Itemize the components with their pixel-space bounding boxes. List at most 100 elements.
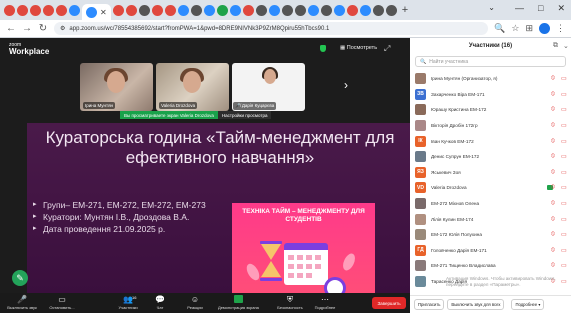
browser-tab-icon[interactable] xyxy=(190,4,202,16)
browser-tab-icon[interactable] xyxy=(320,4,332,16)
participant-search-input[interactable]: 🔍 Найти участника xyxy=(415,56,566,67)
end-meeting-button[interactable]: Завершить xyxy=(372,297,406,309)
toolbar-video-button[interactable]: ▭ Остановить... xyxy=(42,295,82,310)
participant-row[interactable]: Лілія Кулин ЕМ-174 ⦸ ▭ xyxy=(410,211,571,227)
participant-row[interactable]: ЕМ-272 Міхнов Олена ⦸ ▭ xyxy=(410,196,571,212)
more-options-button[interactable]: Подробнее ▾ xyxy=(511,299,545,310)
browser-tab-icon[interactable] xyxy=(125,4,137,16)
view-button[interactable]: ▦ Посмотреть xyxy=(340,45,377,51)
toolbar-more-button[interactable]: ⋯ Подробнее xyxy=(305,295,345,310)
muted-mic-icon[interactable]: ⦸ xyxy=(551,122,555,129)
browser-tab-icon[interactable] xyxy=(151,4,163,16)
camera-off-icon[interactable]: ▭ xyxy=(561,200,567,207)
fullscreen-icon[interactable]: ⤢ xyxy=(384,44,390,54)
muted-mic-icon[interactable]: ⦸ xyxy=(551,231,555,238)
url-field[interactable]: ⚙ app.zoom.us/wc/78554385692/start?fromP… xyxy=(54,22,489,35)
camera-off-icon[interactable]: ▭ xyxy=(561,138,567,145)
view-options-button[interactable]: Настройки просмотра xyxy=(217,111,272,119)
mute-all-button[interactable]: Выключить звук для всех xyxy=(447,299,505,310)
camera-off-icon[interactable]: ▭ xyxy=(561,106,567,113)
toolbar-chat-button[interactable]: 💬 Чат xyxy=(140,295,180,310)
browser-tab-icon[interactable] xyxy=(255,4,267,16)
camera-off-icon[interactable]: ▭ xyxy=(561,184,567,191)
participant-row[interactable]: Ірина Мунтян (Организатор, я) ⦸ ▭ xyxy=(410,71,571,87)
minimize-icon[interactable]: — xyxy=(515,3,524,14)
browser-tab-active[interactable]: ✕ xyxy=(82,4,111,20)
browser-tab-icon[interactable] xyxy=(268,4,280,16)
participant-row[interactable]: Юрашу Кристина ЕМ-172 ⦸ ▭ xyxy=(410,102,571,118)
muted-mic-icon[interactable]: ⦸ xyxy=(551,184,555,191)
browser-tab-icon[interactable] xyxy=(229,4,241,16)
participant-row[interactable]: Денис Супрун ЕМ-172 ⦸ ▭ xyxy=(410,149,571,165)
close-panel-icon[interactable]: ⌄ xyxy=(563,42,569,50)
camera-off-icon[interactable]: ▭ xyxy=(561,216,567,223)
browser-menu-icon[interactable]: ⋮ xyxy=(556,23,565,34)
browser-tab-icon[interactable] xyxy=(177,4,189,16)
muted-mic-icon[interactable]: ⦸ xyxy=(551,169,555,176)
toolbar-reaction-button[interactable]: ☺ Реакции xyxy=(175,295,215,310)
video-tile[interactable]: Valeria Drozdova xyxy=(156,63,229,111)
participant-row[interactable]: ЯЗ Яськевич Зоя ⦸ ▭ xyxy=(410,165,571,181)
browser-tab-icon[interactable] xyxy=(138,4,150,16)
toolbar-mic-button[interactable]: 🎤 Выключить звук xyxy=(2,295,42,310)
muted-mic-icon[interactable]: ⦸ xyxy=(551,138,555,145)
browser-tab-icon[interactable] xyxy=(372,4,384,16)
muted-mic-icon[interactable]: ⦸ xyxy=(551,75,555,82)
video-tile[interactable]: Ірина Мунтян xyxy=(80,63,153,111)
participant-row[interactable]: Вікторія Дробін 172гр ⦸ ▭ xyxy=(410,118,571,134)
back-icon[interactable]: ← xyxy=(6,23,16,34)
video-tile[interactable]: 🎤̸ Дарія Куцарєва xyxy=(232,63,305,111)
muted-mic-icon[interactable]: ⦸ xyxy=(551,200,555,207)
toolbar-share-button[interactable]: Демонстрация экрана xyxy=(218,295,259,310)
camera-off-icon[interactable]: ▭ xyxy=(561,262,567,269)
browser-tab-icon[interactable] xyxy=(17,4,28,16)
camera-off-icon[interactable]: ▭ xyxy=(561,122,567,129)
camera-off-icon[interactable]: ▭ xyxy=(561,169,567,176)
browser-tab-icon[interactable] xyxy=(69,4,80,16)
browser-tab-icon[interactable] xyxy=(43,4,54,16)
participant-row[interactable]: ЕМ-271 Тищенко Владислава ⦸ ▭ xyxy=(410,258,571,274)
muted-mic-icon[interactable]: ⦸ xyxy=(551,262,555,269)
zoom-page-icon[interactable]: 🔍 xyxy=(494,23,505,34)
new-tab-icon[interactable]: + xyxy=(402,4,408,16)
popout-icon[interactable]: ⧉ xyxy=(553,42,558,50)
participant-row[interactable]: ГД Головченко Дарія ЕМ-171 ⦸ ▭ xyxy=(410,243,571,259)
browser-tab-icon[interactable] xyxy=(242,4,254,16)
browser-tab-icon[interactable] xyxy=(56,4,67,16)
site-info-icon[interactable]: ⚙ xyxy=(60,25,65,32)
camera-off-icon[interactable]: ▭ xyxy=(561,247,567,254)
muted-mic-icon[interactable]: ⦸ xyxy=(551,91,555,98)
muted-mic-icon[interactable]: ⦸ xyxy=(551,216,555,223)
camera-off-icon[interactable]: ▭ xyxy=(561,75,567,82)
browser-tab-icon[interactable] xyxy=(333,4,345,16)
close-tab-icon[interactable]: ✕ xyxy=(100,8,107,17)
participant-row[interactable]: ІК Іван Кучков ЕМ-172 ⦸ ▭ xyxy=(410,133,571,149)
browser-tab-icon[interactable] xyxy=(112,4,124,16)
forward-icon[interactable]: → xyxy=(22,23,32,34)
browser-tab-icon[interactable] xyxy=(307,4,319,16)
toolbar-shield-button[interactable]: ⛨ Безопасность xyxy=(270,295,310,310)
browser-tab-icon[interactable] xyxy=(30,4,41,16)
muted-mic-icon[interactable]: ⦸ xyxy=(551,153,555,160)
muted-mic-icon[interactable]: ⦸ xyxy=(551,247,555,254)
camera-off-icon[interactable]: ▭ xyxy=(561,153,567,160)
extensions-icon[interactable]: ⊞ xyxy=(525,23,533,34)
browser-tab-icon[interactable] xyxy=(164,4,176,16)
tab-search-icon[interactable]: ⌄ xyxy=(488,3,495,12)
browser-tab-icon[interactable] xyxy=(385,4,397,16)
browser-tab-icon[interactable] xyxy=(203,4,215,16)
participant-row[interactable]: ЕМ-172 Юлія Полухина ⦸ ▭ xyxy=(410,227,571,243)
annotate-pen-icon[interactable]: ✎ xyxy=(12,270,28,286)
camera-off-icon[interactable]: ▭ xyxy=(561,91,567,98)
reload-icon[interactable]: ↻ xyxy=(38,23,48,34)
browser-tab-icon[interactable] xyxy=(359,4,371,16)
browser-tab-icon[interactable] xyxy=(281,4,293,16)
encryption-shield-icon[interactable] xyxy=(320,45,326,52)
browser-tab-icon[interactable] xyxy=(346,4,358,16)
participant-row[interactable]: VD Valeria Drozdova ⦸ ▭ xyxy=(410,180,571,196)
gallery-next-icon[interactable]: › xyxy=(344,78,348,92)
browser-tab-icon[interactable] xyxy=(216,4,228,16)
browser-tab-icon[interactable] xyxy=(4,4,15,16)
close-window-icon[interactable]: ✕ xyxy=(557,3,565,14)
invite-button[interactable]: Пригласить xyxy=(414,299,445,310)
